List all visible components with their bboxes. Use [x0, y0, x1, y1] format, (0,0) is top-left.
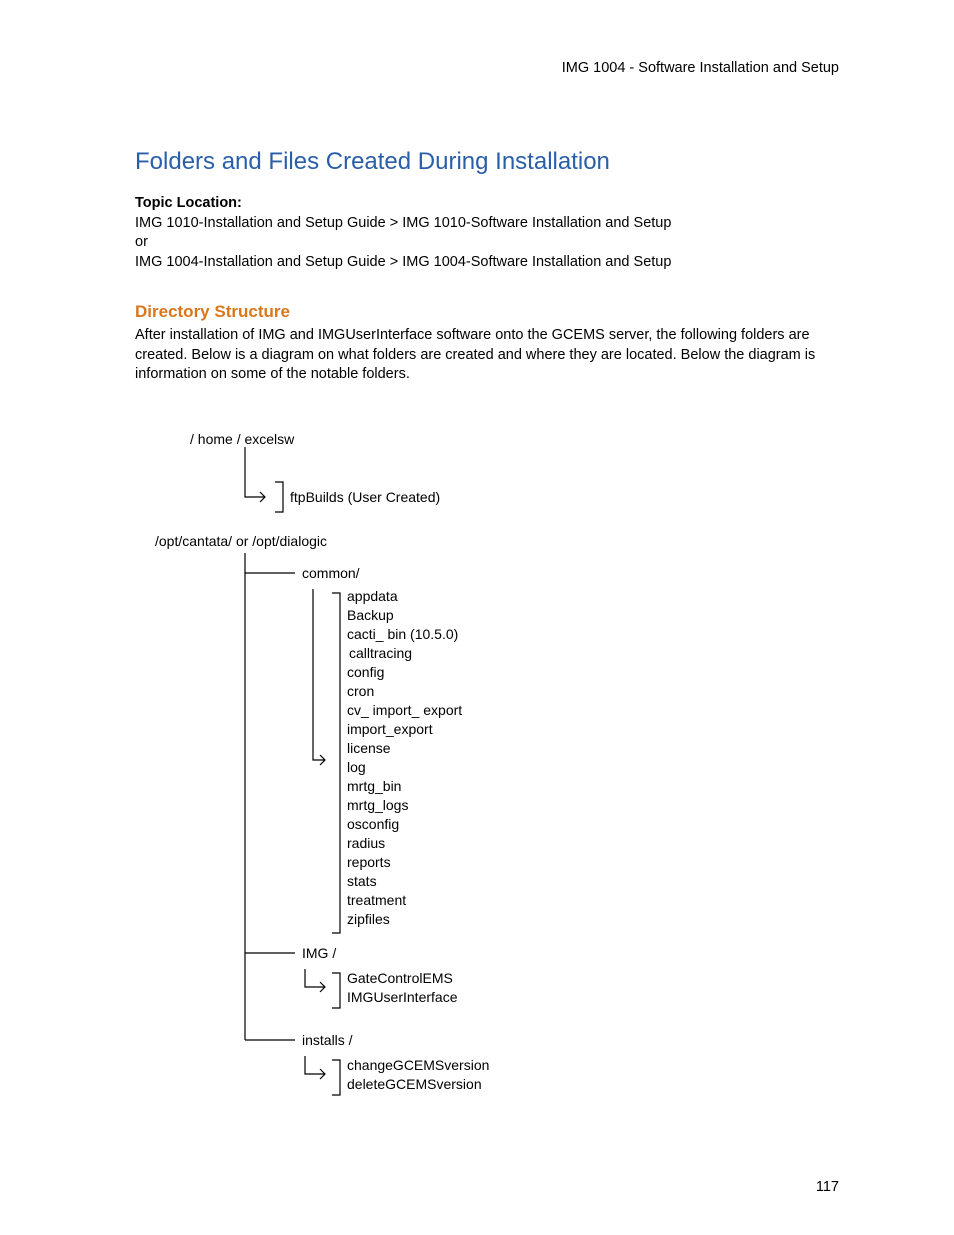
topic-line-1: IMG 1010-Installation and Setup Guide > … — [135, 215, 671, 231]
tree-item: stats — [347, 873, 377, 889]
tree-item: appdata — [347, 588, 398, 604]
tree-item: calltracing — [349, 645, 412, 661]
topic-or: or — [135, 234, 148, 250]
directory-tree-diagram: / home / excelsw ftpBuilds (User Created… — [135, 425, 839, 1115]
tree-item: radius — [347, 835, 385, 851]
tree-item: osconfig — [347, 816, 399, 832]
tree-item: cron — [347, 683, 374, 699]
tree-root-home: / home / excelsw — [190, 431, 294, 447]
tree-item: mrtg_bin — [347, 778, 401, 794]
tree-item: log — [347, 759, 366, 775]
section-body: After installation of IMG and IMGUserInt… — [135, 326, 839, 385]
tree-branch-common: common/ — [302, 565, 360, 581]
tree-item: deleteGCEMSversion — [347, 1076, 482, 1092]
tree-item: cv_ import_ export — [347, 702, 462, 718]
tree-item: license — [347, 740, 391, 756]
running-header: IMG 1004 - Software Installation and Set… — [135, 60, 839, 76]
tree-item: Backup — [347, 607, 394, 623]
page-number: 117 — [816, 1179, 839, 1195]
tree-item: IMGUserInterface — [347, 989, 457, 1005]
section-heading: Directory Structure — [135, 302, 839, 322]
topic-line-2: IMG 1004-Installation and Setup Guide > … — [135, 254, 671, 270]
tree-item: treatment — [347, 892, 406, 908]
page-title: Folders and Files Created During Install… — [135, 148, 839, 176]
tree-branch-img: IMG / — [302, 945, 336, 961]
tree-item: reports — [347, 854, 391, 870]
tree-item: GateControlEMS — [347, 970, 453, 986]
tree-item: zipfiles — [347, 911, 390, 927]
topic-label: Topic Location: — [135, 195, 242, 211]
tree-item: config — [347, 664, 384, 680]
tree-item: mrtg_logs — [347, 797, 408, 813]
tree-item: cacti_ bin (10.5.0) — [347, 626, 458, 642]
tree-item: import_export — [347, 721, 433, 737]
tree-branch-installs: installs / — [302, 1032, 353, 1048]
tree-item: changeGCEMSversion — [347, 1057, 489, 1073]
tree-item-ftpbuilds: ftpBuilds (User Created) — [290, 489, 440, 505]
topic-location-block: Topic Location: IMG 1010-Installation an… — [135, 194, 839, 272]
tree-root-opt: /opt/cantata/ or /opt/dialogic — [155, 533, 327, 549]
